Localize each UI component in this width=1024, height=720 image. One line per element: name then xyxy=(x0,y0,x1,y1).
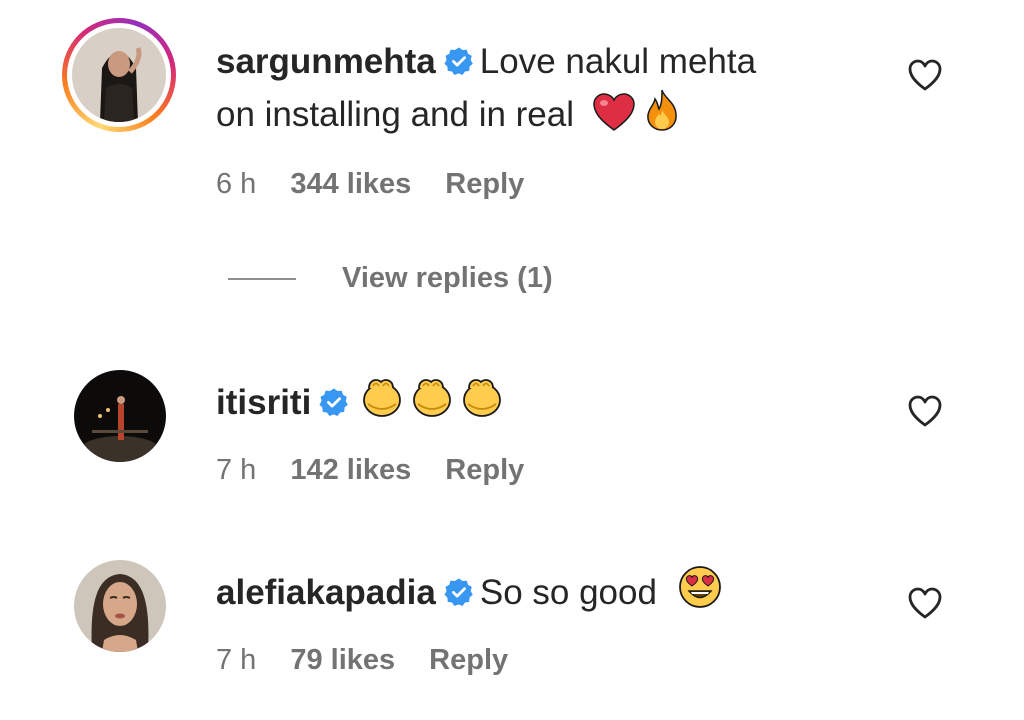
comment-text: alefiakapadia So so good xyxy=(216,564,856,619)
likes-count[interactable]: 344 likes xyxy=(290,168,411,200)
avatar[interactable] xyxy=(74,370,166,462)
clapping-hands-icon xyxy=(463,379,502,417)
comment-body-line1: Love nakul mehta xyxy=(479,42,757,81)
verified-badge-icon xyxy=(444,578,473,606)
comment-time: 6 h xyxy=(216,168,257,200)
comment-body-line2: on installing and in real xyxy=(216,95,575,134)
view-replies-button[interactable]: View replies (1) xyxy=(228,262,553,295)
comment-time: 7 h xyxy=(216,454,257,486)
comments-list: sargunmehta Love nakul mehta on installin… xyxy=(0,0,1024,720)
comment-meta: 6 h 344 likes Reply xyxy=(216,168,558,201)
like-heart-icon[interactable] xyxy=(906,392,944,430)
reply-button[interactable]: Reply xyxy=(445,168,524,200)
reply-button[interactable]: Reply xyxy=(429,644,508,676)
comment-item: itisriti 7 h 142 likes Reply xyxy=(0,360,1024,500)
comment-text: sargunmehta Love nakul mehta on installin… xyxy=(216,36,856,141)
view-replies-label: View replies (1) xyxy=(342,262,553,294)
likes-count[interactable]: 142 likes xyxy=(290,454,411,486)
comment-username[interactable]: itisriti xyxy=(216,383,311,422)
verified-badge-icon xyxy=(444,47,473,75)
like-heart-icon[interactable] xyxy=(906,584,944,622)
comment-item: alefiakapadia So so good 7 h 79 likes Reply xyxy=(0,550,1024,700)
comment-meta: 7 h 79 likes Reply xyxy=(216,644,542,677)
likes-count[interactable]: 79 likes xyxy=(290,644,395,676)
clapping-hands-icon xyxy=(363,379,402,417)
comment-time: 7 h xyxy=(216,644,257,676)
like-heart-icon[interactable] xyxy=(906,56,944,94)
clapping-hands-icon xyxy=(413,379,452,417)
comment-username[interactable]: alefiakapadia xyxy=(216,573,436,612)
comment-text: itisriti xyxy=(216,374,856,429)
heart-eyes-icon xyxy=(678,566,721,608)
comment-body: So so good xyxy=(479,573,657,612)
comment-username[interactable]: sargunmehta xyxy=(216,42,436,81)
divider-line xyxy=(228,278,296,281)
red-heart-icon xyxy=(592,93,635,131)
reply-button[interactable]: Reply xyxy=(445,454,524,486)
verified-badge-icon xyxy=(319,388,349,416)
fire-icon xyxy=(647,89,678,131)
avatar[interactable] xyxy=(74,560,166,652)
comment-item: sargunmehta Love nakul mehta on installin… xyxy=(0,0,1024,250)
avatar[interactable] xyxy=(72,28,166,122)
comment-meta: 7 h 142 likes Reply xyxy=(216,454,558,487)
